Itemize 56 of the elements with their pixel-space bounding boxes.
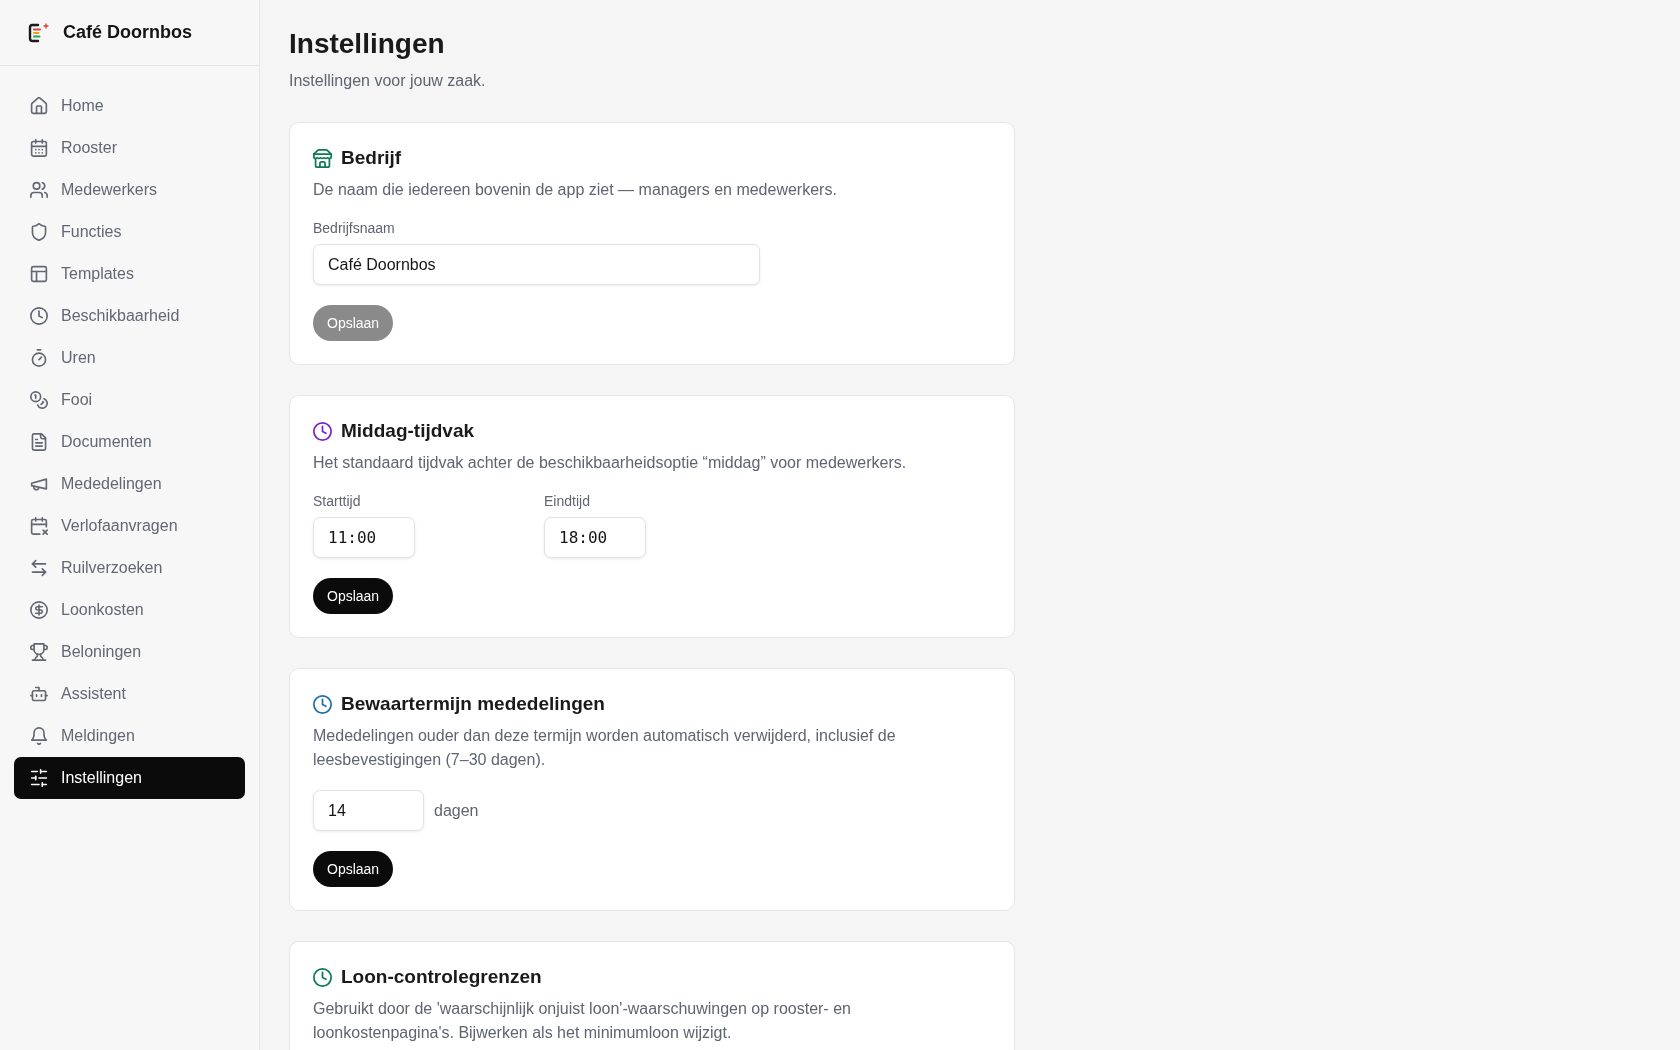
nav-item[interactable]: Meldingen [14,715,245,757]
document-icon [30,433,48,451]
people-icon [30,181,48,199]
stopwatch-icon [30,349,48,367]
nav-item[interactable]: Templates [14,253,245,295]
card-title: Middag-tijdvak [341,420,474,442]
megaphone-icon [30,475,48,493]
number-input[interactable]: 14 [313,790,424,831]
field-label: Bedrijfsnaam [313,219,395,238]
sliders-icon [30,769,48,787]
card-description: Mededelingen ouder dan deze termijn worden automatisch verwijderd, inclusief de leesbevestigingen (7–30 dagen). [313,726,897,770]
page-subtitle: Instellingen voor jouw zaak. [289,71,487,91]
dollar-circle-icon [30,601,48,619]
brand-name: Café Doornbos [63,22,192,43]
card-description: Gebruikt door de 'waarschijnlijk onjuist loon'-waarschuwingen op rooster- en loonkostenpagina's. Bijwerken als het minimumloon wijzigt. [313,999,852,1043]
card-title: Bewaartermijn mededelingen [341,693,605,715]
house-icon [30,97,48,115]
page-title: Instellingen [289,27,446,61]
nav-item[interactable]: Mededelingen [14,463,245,505]
save-button[interactable]: Opslaan [313,578,394,614]
nav-item[interactable]: Beschikbaarheid [14,295,245,337]
robot-icon [30,685,48,703]
card-description: De naam die iedereen bovenin de app ziet — managers en medewerkers. [313,180,837,200]
nav-item[interactable]: Fooi [14,379,245,421]
card-title: Loon-controlegrenzen [341,966,542,988]
coins-icon [30,391,48,409]
nav-item[interactable]: Assistent [14,673,245,715]
field-label: Starttijd [313,492,361,511]
time-input[interactable]: 11:00 [313,517,415,558]
clock-icon [30,307,48,325]
shield-icon [30,223,48,241]
nav-item[interactable]: Verlofaanvragen [14,505,245,547]
nav-item[interactable]: Medewerkers [14,169,245,211]
nav-item[interactable]: Rooster [14,127,245,169]
save-button[interactable]: Opslaan [313,851,394,887]
card-title: Bedrijf [341,147,402,169]
unit-label: dagen [434,801,479,820]
nav-item[interactable]: Documenten [14,421,245,463]
nav-item[interactable]: Functies [14,211,245,253]
logo-icon [28,22,49,43]
layout-icon [30,265,48,283]
swap-arrows-icon [30,559,48,577]
nav-item[interactable]: Ruilverzoeken [14,547,245,589]
calendar-x-icon [30,517,48,535]
trophy-icon [30,643,48,661]
nav-item[interactable]: Loonkosten [14,589,245,631]
time-input[interactable]: 18:00 [544,517,646,558]
nav-item[interactable]: Instellingen [14,757,245,799]
nav-item[interactable]: Beloningen [14,631,245,673]
card-description: Het standaard tijdvak achter de beschikbaarheidsoptie “middag” voor medewerkers. [313,453,907,473]
calendar-icon [30,139,48,157]
bell-icon [30,727,48,745]
field-label: Eindtijd [544,492,590,511]
nav-item[interactable]: Uren [14,337,245,379]
text-input[interactable]: Café Doornbos [313,244,760,285]
nav-item[interactable]: Home [14,85,245,127]
